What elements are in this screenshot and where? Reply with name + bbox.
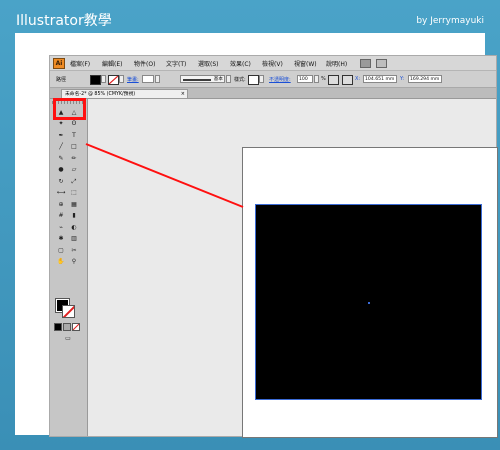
annotation-overlay	[85, 143, 244, 208]
tutorial-frame: Illustrator教學 by Jerrymayuki Ai 檔案(F) 編輯…	[0, 0, 500, 450]
annotation-line	[85, 143, 244, 208]
